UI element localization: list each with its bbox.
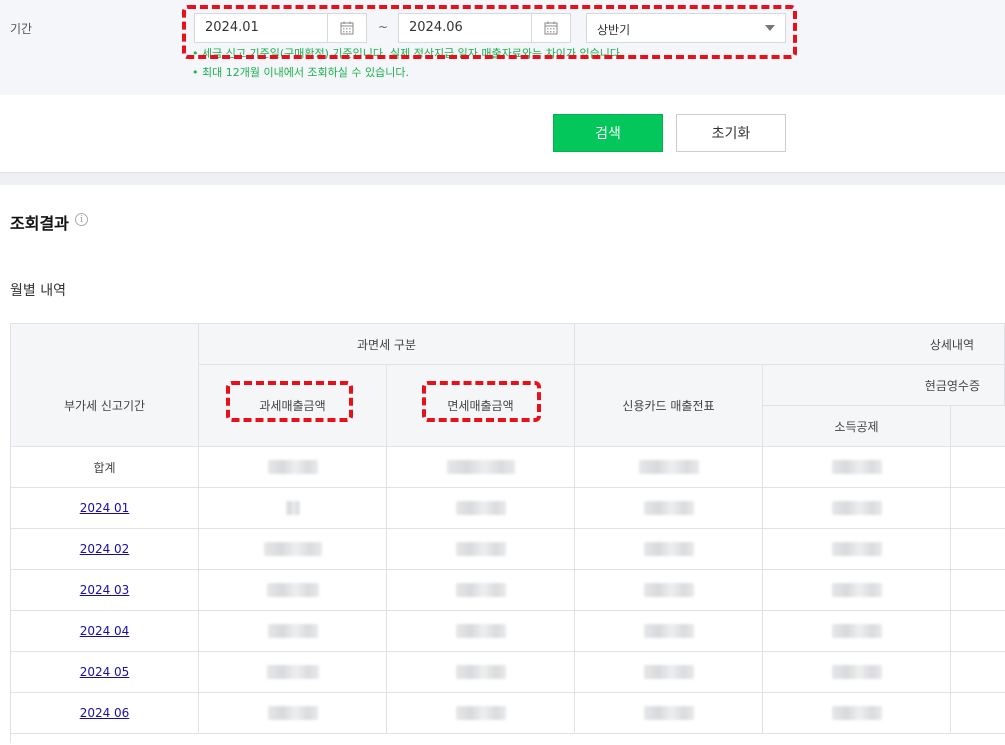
masked-amount [643, 665, 694, 679]
total-card [575, 447, 763, 488]
highlight-box-exempt [422, 381, 541, 422]
period-cell: 2024 05 [11, 652, 199, 693]
extra-cell [951, 652, 1005, 693]
taxable-amount-cell [199, 611, 387, 652]
income-deduction-cell [763, 652, 951, 693]
masked-amount [643, 583, 694, 597]
taxable-amount-cell [199, 693, 387, 734]
income-deduction-cell [763, 611, 951, 652]
results-title: 조회결과 [10, 214, 69, 233]
header-card-slip: 신용카드 매출전표 [575, 365, 763, 447]
masked-amount [267, 706, 318, 720]
masked-amount [285, 501, 300, 515]
header-period: 부가세 신고기간 [11, 365, 199, 447]
period-link[interactable]: 2024 01 [80, 501, 130, 515]
card-amount-cell [575, 570, 763, 611]
taxable-amount-cell [199, 529, 387, 570]
masked-amount [831, 583, 882, 597]
masked-amount [643, 542, 694, 556]
exempt-amount-cell [387, 570, 575, 611]
period-link[interactable]: 2024 04 [80, 624, 130, 638]
masked-amount [643, 624, 694, 638]
period-link[interactable]: 2024 03 [80, 583, 130, 597]
header-income-deduction: 소득공제 [763, 406, 951, 447]
header-tax-type: 과면세 구분 [199, 324, 575, 365]
masked-amount [266, 583, 319, 597]
masked-amount [831, 624, 882, 638]
income-deduction-cell [763, 570, 951, 611]
income-deduction-cell [763, 529, 951, 570]
extra-cell [951, 488, 1005, 529]
masked-amount [455, 706, 506, 720]
income-deduction-cell [763, 488, 951, 529]
extra-cell [951, 570, 1005, 611]
total-taxable [199, 447, 387, 488]
exempt-amount-cell [387, 611, 575, 652]
total-extra [951, 447, 1005, 488]
card-amount-cell [575, 488, 763, 529]
note-max-period: • 최대 12개월 이내에서 조회하실 수 있습니다. [192, 66, 410, 79]
masked-amount [455, 665, 506, 679]
monthly-title: 월별 내역 [10, 283, 66, 299]
total-exempt [387, 447, 575, 488]
period-cell: 2024 03 [11, 570, 199, 611]
masked-amount [643, 501, 694, 515]
total-label: 합계 [11, 447, 199, 488]
masked-amount [455, 501, 506, 515]
extra-cell [951, 611, 1005, 652]
exempt-amount-cell [387, 652, 575, 693]
exempt-amount-cell [387, 529, 575, 570]
masked-amount [263, 542, 322, 556]
extra-cell [951, 529, 1005, 570]
highlight-box-taxable [226, 381, 353, 422]
info-icon[interactable]: i [75, 213, 88, 226]
period-label: 기간 [10, 22, 33, 36]
masked-amount [831, 665, 882, 679]
period-cell: 2024 02 [11, 529, 199, 570]
filter-area: 기간 2024.01 ~ 2024.06 상반기 • 세금 신고 기준일(구매확… [0, 0, 1005, 95]
income-deduction-cell [763, 693, 951, 734]
masked-amount [455, 542, 506, 556]
highlight-box-filter [182, 5, 797, 59]
period-link[interactable]: 2024 06 [80, 706, 130, 720]
card-amount-cell [575, 529, 763, 570]
card-amount-cell [575, 652, 763, 693]
section-divider [0, 172, 1005, 185]
search-button[interactable]: 검색 [553, 114, 663, 152]
total-income-deduction [763, 447, 951, 488]
period-cell: 2024 06 [11, 693, 199, 734]
taxable-amount-cell [199, 652, 387, 693]
taxable-amount-cell [199, 488, 387, 529]
period-cell: 2024 04 [11, 611, 199, 652]
masked-amount [643, 706, 694, 720]
masked-amount [266, 665, 319, 679]
extra-cell [951, 693, 1005, 734]
header-blank-right [951, 406, 1005, 447]
header-detail: 상세내역 [575, 324, 1005, 365]
masked-amount [831, 542, 882, 556]
header-blank [11, 324, 199, 365]
masked-amount [267, 624, 318, 638]
masked-amount [831, 501, 882, 515]
masked-amount [831, 706, 882, 720]
taxable-amount-cell [199, 570, 387, 611]
period-cell: 2024 01 [11, 488, 199, 529]
reset-button[interactable]: 초기화 [676, 114, 786, 152]
exempt-amount-cell [387, 693, 575, 734]
masked-amount [455, 624, 506, 638]
period-link[interactable]: 2024 05 [80, 665, 130, 679]
header-cash-receipt: 현금영수증 [763, 365, 1005, 406]
card-amount-cell [575, 611, 763, 652]
masked-amount [455, 583, 506, 597]
period-link[interactable]: 2024 02 [80, 542, 130, 556]
card-amount-cell [575, 693, 763, 734]
exempt-amount-cell [387, 488, 575, 529]
